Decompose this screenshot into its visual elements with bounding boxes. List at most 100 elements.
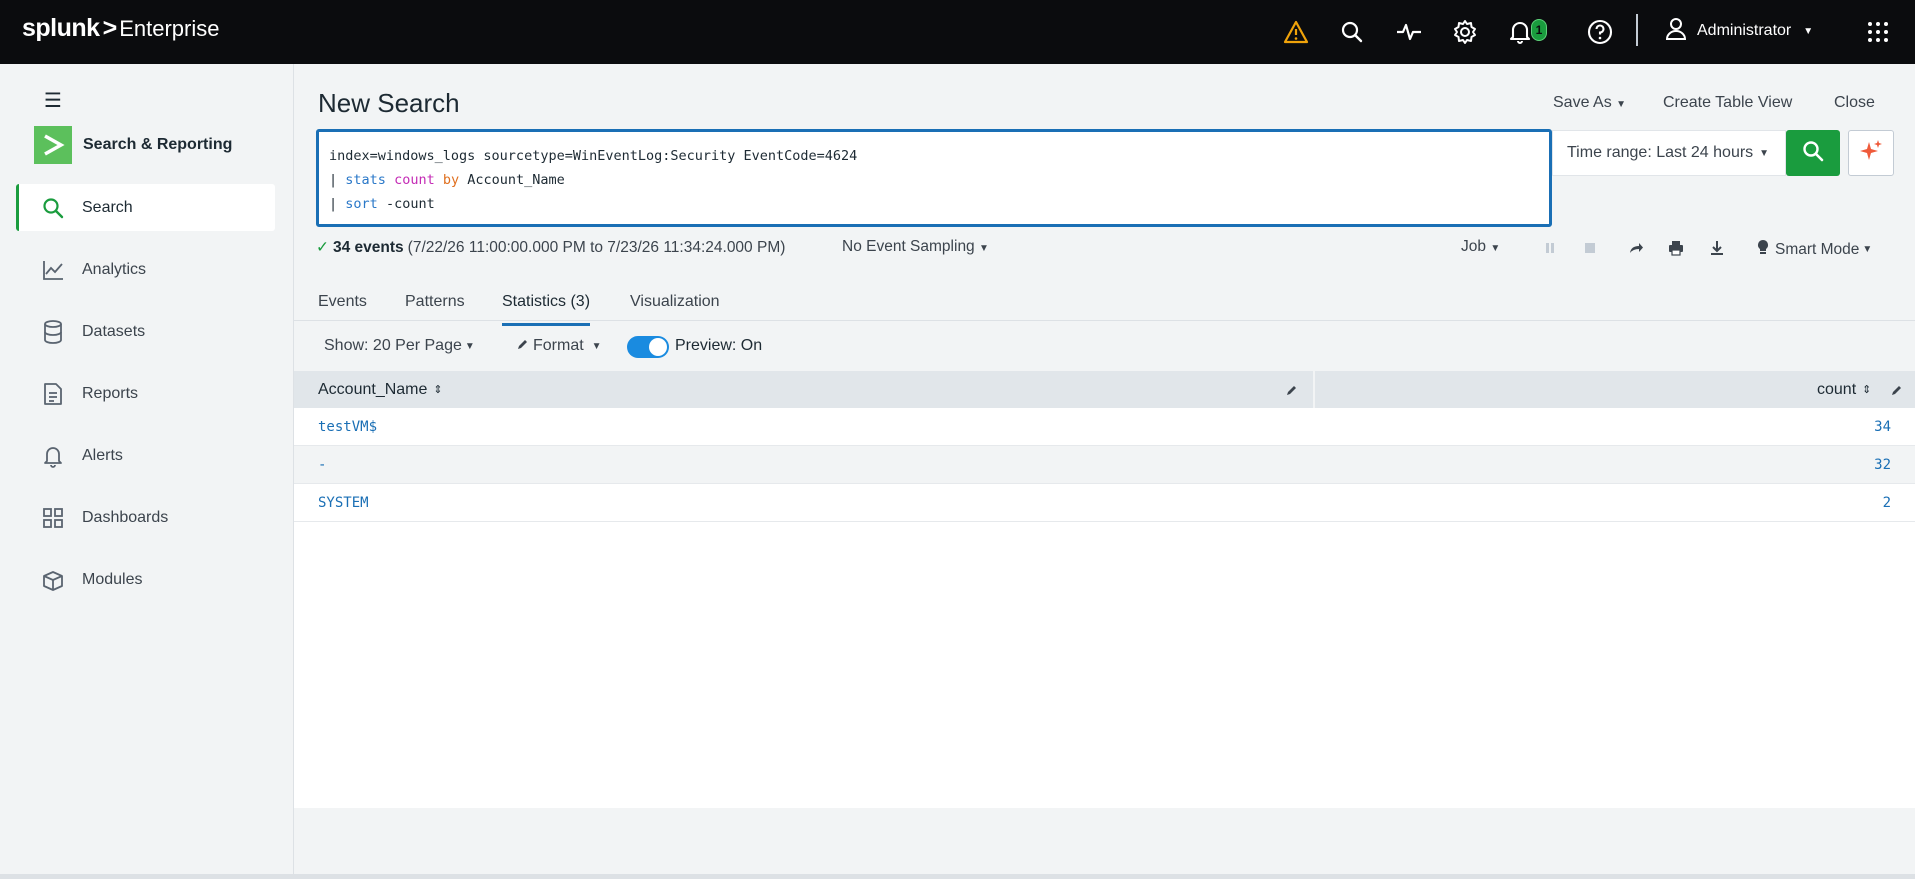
pause-icon[interactable]: [1540, 238, 1560, 258]
chevron-down-icon: ▼: [1862, 244, 1873, 255]
column-divider: [1313, 371, 1315, 408]
dashboard-icon: [41, 506, 65, 530]
database-icon: [41, 320, 65, 344]
pencil-icon: [517, 337, 529, 355]
sidebar-item-label: Analytics: [82, 260, 147, 278]
per-page-dropdown[interactable]: Show: 20 Per Page ▼: [324, 337, 475, 355]
sparkle-icon: [1858, 138, 1884, 169]
job-menu[interactable]: Job ▼: [1461, 238, 1500, 256]
cell-count[interactable]: 32: [1874, 457, 1891, 473]
notification-count-badge[interactable]: 1: [1531, 19, 1547, 41]
search-status: ✓ 34 events (7/22/26 11:00:00.000 PM to …: [316, 238, 785, 257]
query-keyword-by: by: [442, 172, 460, 188]
sidebar-item-alerts[interactable]: Alerts: [16, 432, 275, 479]
user-menu[interactable]: Administrator ▼: [1665, 14, 1813, 48]
help-icon[interactable]: [1584, 16, 1616, 48]
line-chart-icon: [41, 258, 65, 282]
search-mode-dropdown[interactable]: Smart Mode ▼: [1757, 239, 1872, 260]
query-command-sort: sort: [345, 196, 378, 212]
column-edit-icon[interactable]: [1286, 371, 1298, 408]
cell-account-name[interactable]: -: [318, 457, 326, 473]
sidebar-item-label: Search: [82, 198, 133, 216]
cell-account-name[interactable]: SYSTEM: [318, 495, 369, 511]
column-edit-icon[interactable]: [1891, 371, 1903, 408]
top-nav-bar: splunk > Enterprise 1 Administrator ▼: [0, 0, 1915, 64]
box-icon: [41, 568, 65, 592]
sidebar-item-modules[interactable]: Modules: [16, 556, 275, 603]
event-count: 34 events: [333, 238, 404, 256]
preview-label: Preview: On: [675, 337, 763, 354]
print-icon[interactable]: [1666, 238, 1686, 258]
query-command-stats: stats: [345, 172, 386, 188]
query-field: Account_Name: [467, 172, 565, 188]
sidebar-item-analytics[interactable]: Analytics: [16, 246, 275, 293]
top-divider: [1636, 14, 1638, 46]
cell-count[interactable]: 34: [1874, 419, 1891, 435]
close-button[interactable]: Close: [1834, 94, 1875, 112]
user-icon: [1665, 17, 1687, 46]
chevron-down-icon: ▼: [979, 243, 989, 254]
bell-icon: [41, 444, 65, 468]
sidebar-item-label: Reports: [82, 384, 139, 402]
stop-icon[interactable]: [1580, 238, 1600, 258]
tab-visualization[interactable]: Visualization: [630, 293, 720, 323]
download-icon[interactable]: [1707, 238, 1727, 258]
column-header-count[interactable]: count ⇕: [1817, 371, 1871, 408]
event-sampling-label: No Event Sampling: [842, 238, 975, 255]
job-label: Job: [1461, 238, 1486, 255]
warning-icon[interactable]: [1280, 16, 1312, 48]
chevron-down-icon: ▼: [1490, 243, 1501, 254]
query-pipe: |: [329, 172, 338, 188]
preview-toggle[interactable]: [627, 336, 669, 358]
cell-count[interactable]: 2: [1883, 495, 1891, 511]
table-footer-area: [294, 808, 1915, 879]
sidebar-item-datasets[interactable]: Datasets: [16, 308, 275, 355]
search-icon: [41, 196, 65, 220]
check-icon: ✓: [316, 239, 329, 256]
tab-events[interactable]: Events: [318, 293, 367, 323]
logo-chevron: >: [102, 14, 118, 42]
sidebar-item-label: Alerts: [82, 446, 123, 464]
hamburger-menu-icon[interactable]: ☰: [44, 88, 62, 113]
create-table-view-button[interactable]: Create Table View: [1663, 94, 1792, 112]
search-query-input[interactable]: index=windows_logs sourcetype=WinEventLo…: [316, 129, 1552, 227]
cell-account-name[interactable]: testVM$: [318, 419, 377, 435]
sidebar-item-label: Modules: [82, 570, 143, 588]
query-sort-arg: -count: [385, 196, 435, 212]
search-icon[interactable]: [1336, 16, 1368, 48]
event-sampling-dropdown[interactable]: No Event Sampling ▼: [842, 238, 989, 256]
sidebar-item-reports[interactable]: Reports: [16, 370, 275, 417]
sidebar-item-label: Dashboards: [82, 508, 169, 526]
apps-grid-icon[interactable]: [1862, 16, 1894, 48]
search-icon: [1802, 140, 1824, 167]
column-header-account-name[interactable]: Account_Name ⇕: [318, 371, 443, 408]
query-function-count: count: [394, 172, 435, 188]
app-header[interactable]: Search & Reporting: [34, 126, 232, 164]
query-line-2: | stats count by Account_Name: [329, 168, 1539, 192]
gear-icon[interactable]: [1449, 16, 1481, 48]
chevron-down-icon: ▼: [591, 340, 602, 352]
tab-patterns[interactable]: Patterns: [405, 293, 465, 323]
results-toolbar: Show: 20 Per Page ▼ Format ▼ Preview: On: [294, 321, 1915, 371]
splunk-logo[interactable]: splunk > Enterprise: [22, 14, 219, 43]
sort-icon: ⇕: [1862, 384, 1872, 396]
run-search-button[interactable]: [1786, 130, 1840, 176]
share-icon[interactable]: [1626, 238, 1646, 258]
time-range-picker[interactable]: Time range: Last 24 hours ▼: [1552, 130, 1786, 176]
chevron-down-icon: ▼: [1759, 147, 1770, 159]
activity-icon[interactable]: [1393, 16, 1425, 48]
save-as-button[interactable]: Save As ▼: [1553, 94, 1626, 112]
page-title: New Search: [318, 88, 460, 118]
main-content: New Search Save As ▼ Create Table View C…: [294, 64, 1915, 879]
ai-assistant-button[interactable]: [1848, 130, 1894, 176]
query-line-1: index=windows_logs sourcetype=WinEventLo…: [329, 144, 1539, 168]
sidebar-item-search[interactable]: Search: [16, 184, 275, 231]
column-header-label: Account_Name: [318, 380, 428, 398]
event-time-range: (7/22/26 11:00:00.000 PM to 7/23/26 11:3…: [407, 238, 786, 256]
chevron-down-icon: ▼: [1616, 99, 1627, 110]
format-dropdown[interactable]: Format ▼: [517, 337, 602, 355]
sort-icon: ⇕: [433, 384, 443, 396]
brand-text: splunk: [22, 14, 100, 42]
sidebar-item-dashboards[interactable]: Dashboards: [16, 494, 275, 541]
query-line-3: | sort -count: [329, 192, 1539, 216]
